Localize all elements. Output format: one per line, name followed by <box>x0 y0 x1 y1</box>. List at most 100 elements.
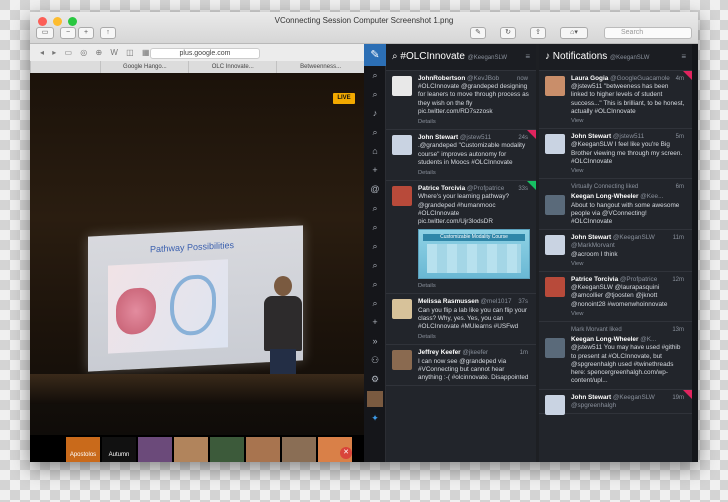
tweet[interactable]: Virtually Connecting liked 6m Keegan Long-… <box>539 179 692 231</box>
sidebar-toggle-button[interactable]: ▭ <box>36 27 54 39</box>
url-field[interactable]: plus.google.com <box>150 48 260 59</box>
tweet-image[interactable]: Customizable Modality Course <box>418 229 530 280</box>
compose-icon[interactable]: ✎ <box>364 44 386 66</box>
tweet-time[interactable]: 6m <box>676 183 684 191</box>
tab-blank[interactable] <box>30 61 100 73</box>
tweet[interactable]: 37s Melissa Rasmussen @mel1017 Can you fli… <box>386 294 536 346</box>
tweet-author[interactable]: John Stewart <box>571 133 611 140</box>
accounts-icon[interactable]: ⚇ <box>364 351 386 370</box>
tweet-handle[interactable]: @jkeefer <box>462 349 488 356</box>
tab-hangouts[interactable]: Google Hango... <box>100 61 188 73</box>
search-icon[interactable]: ⌕ <box>364 218 386 237</box>
share-doc-icon[interactable]: ⇪ <box>530 27 546 39</box>
avatar[interactable] <box>545 394 565 415</box>
tweet-author[interactable]: John Stewart <box>418 134 458 141</box>
details-link[interactable]: Details <box>418 169 530 177</box>
search-icon[interactable]: ⌕ <box>364 66 386 85</box>
search-icon[interactable]: ⌕ <box>364 199 386 218</box>
tweet-author[interactable]: Patrice Torcivia <box>571 276 618 283</box>
tweet[interactable]: 19m John Stewart @KeeganSLW @spgreenhalgh <box>539 389 692 415</box>
tweet-author[interactable]: John Stewart <box>571 234 611 241</box>
toolbox-icon[interactable]: ⌂▾ <box>560 27 588 39</box>
tweet-time[interactable]: 5m <box>676 133 684 141</box>
tweet[interactable]: 11m John Stewart @KeeganSLW @MarkMorvant @… <box>539 230 692 273</box>
tweet-author[interactable]: Patrice Torcivia <box>418 185 465 192</box>
tweet-handle[interactable]: @jstew511 <box>460 134 491 141</box>
avatar[interactable] <box>545 195 565 216</box>
tweet-handle[interactable]: @jstew511 <box>613 133 644 140</box>
tweet-handle[interactable]: @Profpatrice <box>467 185 504 192</box>
view-link[interactable]: View <box>571 310 686 318</box>
bell-icon[interactable]: ♪ <box>364 104 386 123</box>
tweet[interactable]: now JohnRobertson @KevJBob #OLCInnovate @g… <box>386 71 536 131</box>
tweet-time[interactable]: 4m <box>676 75 684 83</box>
rotate-icon[interactable]: ↻ <box>500 27 516 39</box>
tweet[interactable]: 1m Jeffrey Keefer @jkeefer I can now see @… <box>386 345 536 387</box>
tweet-author[interactable]: JohnRobertson <box>418 75 465 82</box>
search-icon[interactable]: ⌕ <box>364 123 386 142</box>
tweet-author[interactable]: Keegan Long-Wheeler <box>571 336 638 343</box>
participant-thumb[interactable]: Apostolos <box>66 437 100 462</box>
column-header[interactable]: ⌕ #OLCInnovate @KeeganSLW ≡ <box>386 44 536 71</box>
tweet[interactable]: 4m Laura Gogia @GoogleGuacamole @jstew511 … <box>539 71 692 130</box>
settings-icon[interactable]: ⚙ <box>364 370 386 389</box>
add-column-icon[interactable]: + <box>364 313 386 332</box>
search-icon[interactable]: ⌕ <box>364 294 386 313</box>
column-settings-icon[interactable]: ≡ <box>525 52 530 61</box>
avatar[interactable] <box>545 338 565 359</box>
avatar[interactable] <box>392 186 412 207</box>
tweet-time[interactable]: 13m <box>672 326 684 334</box>
details-link[interactable]: Details <box>418 282 530 290</box>
participant-thumb[interactable]: ✕ <box>318 437 352 462</box>
avatar[interactable] <box>392 299 412 320</box>
tweet-time[interactable]: 37s <box>518 298 528 306</box>
pen-icon[interactable]: ✎ <box>470 27 486 39</box>
participant-thumb[interactable] <box>210 437 244 462</box>
view-link[interactable]: View <box>571 167 686 175</box>
avatar[interactable] <box>392 135 412 156</box>
details-link[interactable]: Details <box>418 118 530 126</box>
tweet[interactable]: 5m John Stewart @jstew511 @KeeganSLW I fee… <box>539 129 692 180</box>
expand-icon[interactable]: » <box>364 332 386 351</box>
tweet-time[interactable]: 24s <box>518 134 528 142</box>
avatar[interactable] <box>392 76 412 96</box>
tweet-time[interactable]: 1m <box>520 349 528 357</box>
tweet-author[interactable]: John Stewart <box>571 394 611 401</box>
search-icon[interactable]: ⌕ <box>364 275 386 294</box>
add-user-icon[interactable]: + <box>364 161 386 180</box>
participant-thumb[interactable]: Autumn <box>102 437 136 462</box>
avatar[interactable] <box>545 277 565 298</box>
tweet[interactable]: Mark Morvant liked 13m Keegan Long-Wheeler… <box>539 322 692 390</box>
tweet-handle[interactable]: @mel1017 <box>481 298 512 305</box>
tweet-time[interactable]: 19m <box>672 394 684 402</box>
tweet-handle[interactable]: @K... <box>640 336 656 343</box>
search-icon[interactable]: ⌕ <box>364 256 386 275</box>
participant-thumb[interactable] <box>174 437 208 462</box>
zoom-out-icon[interactable]: − <box>60 27 76 39</box>
home-icon[interactable]: ⌂ <box>364 142 386 161</box>
tweet[interactable]: 24s John Stewart @jstew511 .@grandeped "Cu… <box>386 130 536 182</box>
tweet-author[interactable]: Laura Gogia <box>571 75 608 82</box>
avatar[interactable] <box>367 391 383 407</box>
tweet-handle[interactable]: @Kee... <box>640 193 663 200</box>
view-link[interactable]: View <box>571 117 686 125</box>
tweet-handle[interactable]: @GoogleGuacamole <box>610 75 670 82</box>
tweet-time[interactable]: now <box>517 75 528 83</box>
search-icon[interactable]: ⌕ <box>364 237 386 256</box>
tab-betweenness[interactable]: Betweenness... <box>276 61 364 73</box>
participant-thumb[interactable] <box>282 437 316 462</box>
share-icon[interactable]: ↑ <box>100 27 116 39</box>
tweet-author[interactable]: Melissa Rasmussen <box>418 298 479 305</box>
zoom-in-icon[interactable]: + <box>78 27 94 39</box>
tweet-author[interactable]: Jeffrey Keefer <box>418 349 461 356</box>
mentions-icon[interactable]: @ <box>364 180 386 199</box>
tweet-handle[interactable]: @KevJBob <box>467 75 499 82</box>
avatar[interactable] <box>545 235 565 256</box>
participant-thumb[interactable] <box>246 437 280 462</box>
column-settings-icon[interactable]: ≡ <box>681 52 686 61</box>
pin-icon[interactable]: ✕ <box>340 447 352 459</box>
tweet[interactable]: 33s Patrice Torcivia @Profpatrice Where's … <box>386 181 536 295</box>
tweet-handle[interactable]: @Profpatrice <box>620 276 657 283</box>
participant-thumb[interactable] <box>138 437 172 462</box>
column-header[interactable]: ♪ Notifications @KeeganSLW ≡ <box>539 44 692 71</box>
